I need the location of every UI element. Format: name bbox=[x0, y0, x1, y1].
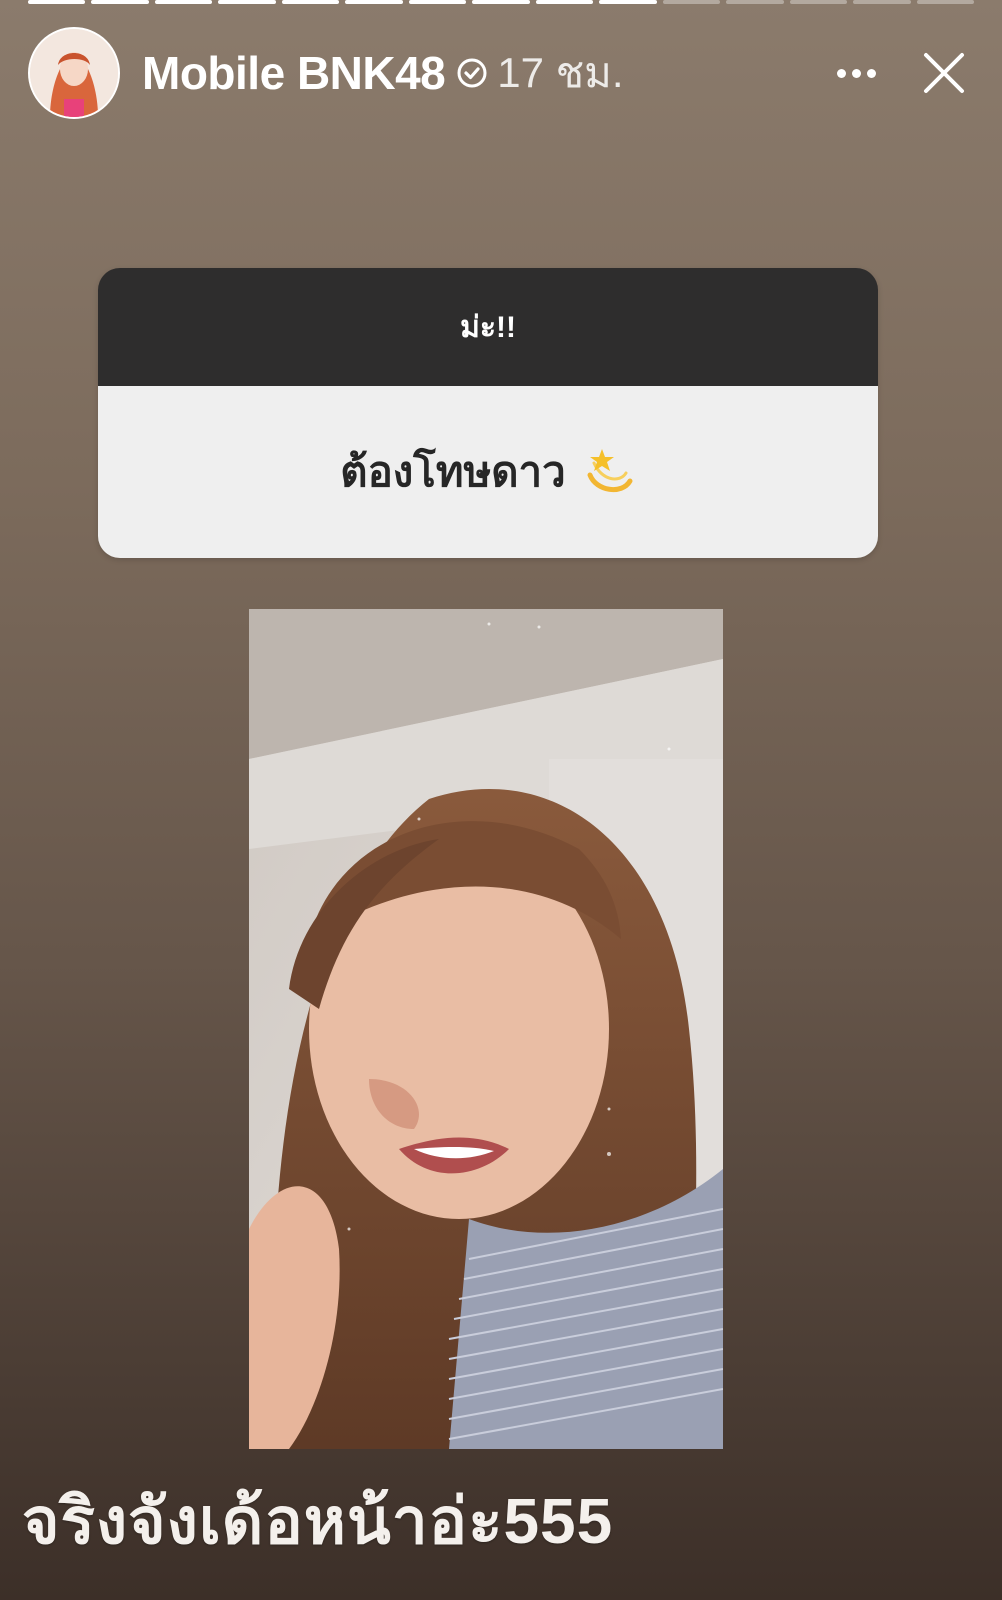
progress-segment bbox=[28, 0, 86, 4]
avatar-image bbox=[30, 29, 118, 117]
selfie-image bbox=[249, 609, 723, 1449]
progress-segment bbox=[853, 0, 911, 4]
more-options-button[interactable] bbox=[826, 43, 886, 103]
more-dot bbox=[866, 68, 876, 78]
progress-segment bbox=[345, 0, 403, 4]
more-dot bbox=[851, 68, 861, 78]
progress-segment bbox=[916, 0, 975, 4]
profile-avatar[interactable] bbox=[28, 27, 120, 119]
shooting-star-icon bbox=[587, 449, 633, 492]
progress-segment bbox=[472, 0, 530, 4]
progress-segment bbox=[599, 0, 657, 4]
progress-segment bbox=[789, 0, 848, 4]
answer-text: ต้องโทษดาว bbox=[340, 448, 566, 495]
progress-segment bbox=[154, 0, 213, 4]
progress-segment bbox=[281, 0, 340, 4]
verified-check-icon bbox=[457, 58, 487, 88]
username[interactable]: Mobile BNK48 bbox=[142, 46, 446, 100]
progress-segment bbox=[726, 0, 784, 4]
progress-segment bbox=[91, 0, 149, 4]
story-header: Mobile BNK48 17 ชม. bbox=[28, 27, 974, 119]
progress-segment bbox=[535, 0, 594, 4]
question-answer: ต้องโทษดาว bbox=[98, 386, 878, 558]
story-caption: จริงจังเด้อหน้าอ่ะ555 bbox=[22, 1485, 614, 1557]
question-text: ม่ะ!! bbox=[98, 268, 878, 386]
progress-segment bbox=[662, 0, 721, 4]
question-sticker: ม่ะ!! ต้องโทษดาว bbox=[98, 268, 878, 558]
close-icon[interactable] bbox=[914, 43, 974, 103]
more-horizontal-icon bbox=[836, 68, 846, 78]
progress-segment bbox=[218, 0, 276, 4]
progress-segment bbox=[408, 0, 467, 4]
story-media[interactable] bbox=[249, 609, 723, 1449]
post-time: 17 ชม. bbox=[497, 49, 624, 96]
story-progress-bar bbox=[28, 0, 975, 6]
